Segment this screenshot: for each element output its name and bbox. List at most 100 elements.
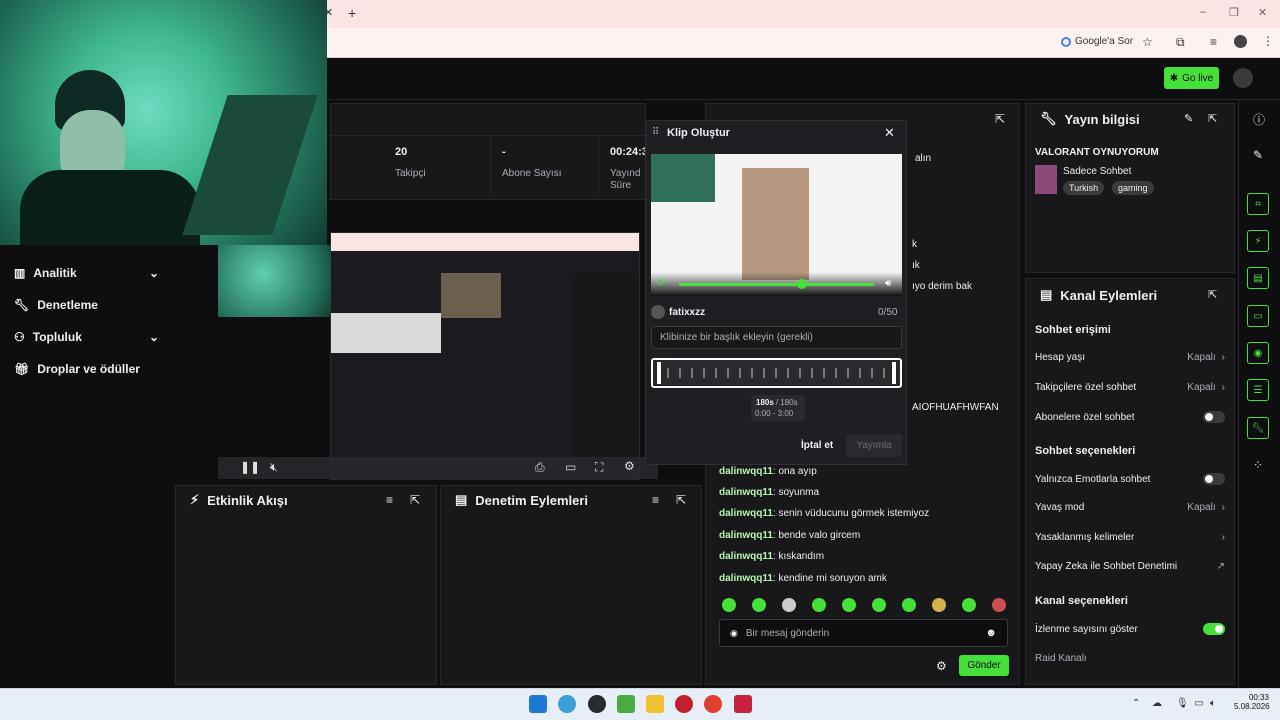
- filter-icon[interactable]: ≡: [652, 493, 659, 507]
- bookmark-star-icon[interactable]: ☆: [1142, 35, 1153, 49]
- close-icon[interactable]: ✕: [884, 125, 895, 141]
- filter-icon[interactable]: ≡: [386, 493, 393, 507]
- app-icon[interactable]: [734, 695, 752, 713]
- show-viewers-toggle[interactable]: [1203, 623, 1225, 635]
- fullscreen-icon[interactable]: ⛶: [595, 460, 603, 475]
- clip-icon[interactable]: ⎙: [535, 460, 545, 475]
- banned-words-row[interactable]: Yasaklanmış kelimeler ›: [1035, 532, 1225, 543]
- send-button[interactable]: Gönder: [959, 655, 1009, 676]
- pause-icon[interactable]: ❚❚: [240, 460, 260, 474]
- layout-action-icon[interactable]: ☰: [1247, 379, 1269, 401]
- theatre-icon[interactable]: ▭: [565, 460, 576, 474]
- replay-icon[interactable]: ⟳: [657, 278, 665, 289]
- emote-icon[interactable]: [872, 598, 886, 612]
- profile-avatar[interactable]: [1234, 35, 1247, 48]
- chat-username[interactable]: dalinwqq11: [719, 551, 773, 562]
- popout-icon[interactable]: ⇱: [1208, 288, 1217, 301]
- edge-icon[interactable]: [558, 695, 576, 713]
- user-avatar[interactable]: [1233, 68, 1253, 88]
- sidebar-item-drops[interactable]: 🎁︎ Droplar ve ödüller: [14, 362, 159, 376]
- chrome-icon[interactable]: [704, 695, 722, 713]
- wrench-action-icon[interactable]: 🔧︎: [1247, 417, 1269, 439]
- sidebar-item-moderation[interactable]: 🔧︎ Denetleme: [14, 298, 159, 312]
- app-icon[interactable]: [588, 695, 606, 713]
- stream-category[interactable]: Sadece Sohbet: [1063, 166, 1131, 177]
- chat-username[interactable]: dalinwqq11: [719, 487, 773, 498]
- browser-menu-icon[interactable]: ⋮: [1262, 34, 1274, 48]
- minimize-button[interactable]: –: [1200, 6, 1206, 18]
- publish-button[interactable]: Yayımla: [846, 434, 902, 457]
- chat-username[interactable]: dalinwqq11: [719, 508, 773, 519]
- add-action-icon[interactable]: ⁘: [1253, 458, 1263, 472]
- emote-icon[interactable]: [902, 598, 916, 612]
- clip-trim-timeline[interactable]: [651, 358, 902, 388]
- popout-icon[interactable]: ⇱: [676, 493, 686, 507]
- new-tab-button[interactable]: +: [348, 5, 356, 21]
- close-window-button[interactable]: ✕: [1258, 6, 1267, 19]
- volume-icon[interactable]: 🔊︎: [885, 278, 891, 289]
- clip-video-preview[interactable]: ⟳ 🔊︎: [651, 154, 902, 296]
- go-live-button[interactable]: ✱ Go live: [1164, 67, 1219, 89]
- emote-icon[interactable]: [752, 598, 766, 612]
- chat-input[interactable]: ◉ Bir mesaj gönderin ☻: [719, 619, 1008, 647]
- popout-icon[interactable]: ⇱: [410, 493, 420, 507]
- settings-gear-icon[interactable]: ⚙: [624, 459, 635, 473]
- subs-only-toggle[interactable]: [1203, 411, 1225, 423]
- clip-action-icon[interactable]: ⌗: [1247, 193, 1269, 215]
- mute-icon[interactable]: 🔇︎: [270, 460, 278, 475]
- edit-icon[interactable]: ✎: [1184, 112, 1193, 125]
- emote-icon[interactable]: [722, 598, 736, 612]
- clip-title-input[interactable]: Klibinize bir başlık ekleyin (gerekli): [651, 326, 902, 349]
- network-icon[interactable]: ▭: [1194, 698, 1203, 709]
- app-icon[interactable]: [617, 695, 635, 713]
- lightning-action-icon[interactable]: ⚡︎: [1247, 230, 1269, 252]
- account-age-row[interactable]: Hesap yaşı Kapalı ›: [1035, 352, 1225, 363]
- emote-icon[interactable]: [812, 598, 826, 612]
- playlist-icon[interactable]: ≡: [1210, 35, 1217, 49]
- stream-tag[interactable]: Turkish: [1063, 181, 1105, 195]
- trim-handle-left[interactable]: [657, 362, 661, 384]
- chat-username[interactable]: dalinwqq11: [719, 466, 773, 477]
- slow-mode-row[interactable]: Yavaş mod Kapalı ›: [1035, 502, 1225, 513]
- maximize-button[interactable]: ❐: [1229, 6, 1239, 19]
- stream-preview[interactable]: [330, 232, 640, 480]
- google-ask-button[interactable]: Google'a Sor: [1061, 36, 1133, 47]
- clip-progress-bar[interactable]: [679, 283, 874, 286]
- tray-clock[interactable]: 00:33 5.08.2026: [1234, 693, 1270, 711]
- app-icon[interactable]: [675, 695, 693, 713]
- tray-chevron-icon[interactable]: ⌃: [1132, 698, 1140, 709]
- broadcast-action-icon[interactable]: ◉: [1247, 342, 1269, 364]
- chat-action-icon[interactable]: ▭: [1247, 305, 1269, 327]
- progress-handle[interactable]: [797, 279, 807, 289]
- info-icon[interactable]: ⓘ: [1253, 111, 1265, 128]
- emote-icon[interactable]: [842, 598, 856, 612]
- popout-icon[interactable]: ⇱: [995, 112, 1005, 126]
- cancel-button[interactable]: İptal et: [801, 440, 833, 451]
- chat-username[interactable]: dalinwqq11: [719, 573, 773, 584]
- sidebar-item-analytics[interactable]: ▥ Analitik ⌄: [14, 266, 159, 280]
- emote-icon[interactable]: [932, 598, 946, 612]
- sidebar-item-community[interactable]: ⚇ Topluluk ⌄: [14, 330, 159, 344]
- followers-only-row[interactable]: Takipçilere özel sohbet Kapalı ›: [1035, 382, 1225, 393]
- popout-icon[interactable]: ⇱: [1208, 112, 1217, 125]
- emote-picker-icon[interactable]: ☻: [985, 627, 997, 639]
- stream-tag[interactable]: gaming: [1112, 181, 1154, 195]
- start-icon[interactable]: [529, 695, 547, 713]
- chat-settings-icon[interactable]: ⚙: [936, 659, 947, 673]
- emote-icon[interactable]: [992, 598, 1006, 612]
- volume-icon[interactable]: 🔈︎: [1210, 698, 1216, 709]
- drag-handle-icon[interactable]: ⠿: [652, 127, 659, 138]
- emote-icon[interactable]: [782, 598, 796, 612]
- list-action-icon[interactable]: ▤: [1247, 267, 1269, 289]
- cloud-icon[interactable]: ☁︎: [1152, 698, 1162, 709]
- trim-handle-right[interactable]: [892, 362, 896, 384]
- chat-username[interactable]: dalinwqq11: [719, 530, 773, 541]
- pencil-icon[interactable]: ✎: [1253, 148, 1263, 162]
- file-explorer-icon[interactable]: [646, 695, 664, 713]
- ai-mod-row[interactable]: Yapay Zeka ile Sohbet Denetimi ↗: [1035, 561, 1225, 572]
- raid-row[interactable]: Raid Kanalı: [1035, 653, 1225, 664]
- mic-icon[interactable]: 🎙︎: [1176, 698, 1189, 709]
- emote-only-toggle[interactable]: [1203, 473, 1225, 485]
- emote-icon[interactable]: [962, 598, 976, 612]
- extensions-icon[interactable]: ⧉: [1176, 35, 1185, 50]
